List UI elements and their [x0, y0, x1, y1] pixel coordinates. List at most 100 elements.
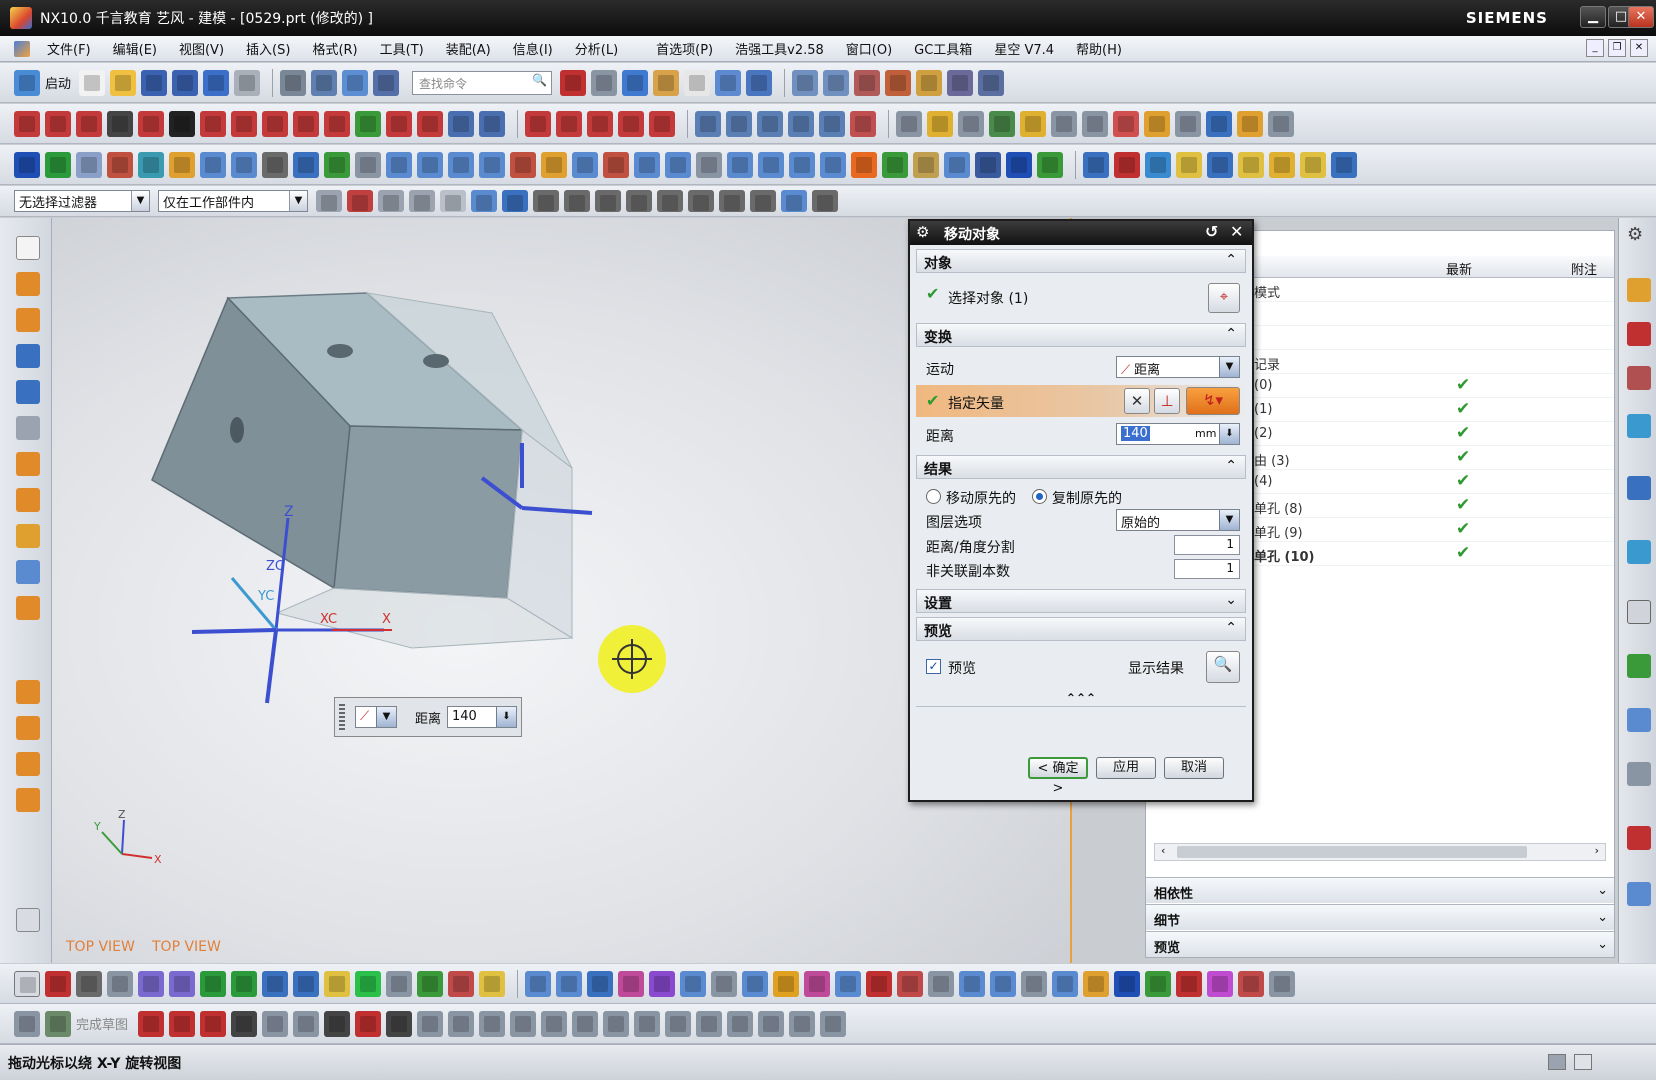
inch-mm-icon[interactable]	[1114, 151, 1140, 178]
save-icon[interactable]	[141, 69, 168, 96]
drafting-11-icon[interactable]	[1206, 110, 1232, 137]
feature-18-icon[interactable]	[1114, 970, 1140, 997]
paint-icon[interactable]	[417, 970, 443, 997]
save-as-icon[interactable]	[172, 69, 199, 96]
surface-1-icon[interactable]	[695, 110, 721, 137]
edit-curve-icon[interactable]	[649, 110, 675, 137]
layers-icon[interactable]	[1145, 151, 1171, 178]
feature-19-icon[interactable]	[1145, 970, 1171, 997]
manufacturing-wizard-icon[interactable]	[1627, 882, 1651, 906]
block-icon[interactable]	[16, 344, 40, 368]
feature-3-icon[interactable]	[649, 970, 675, 997]
intersect-curve-icon[interactable]	[262, 110, 288, 137]
dxf-icon[interactable]	[1083, 151, 1109, 178]
part-navigator-icon[interactable]	[1627, 366, 1651, 390]
select-all-icon[interactable]	[347, 190, 373, 212]
sketch-convert-icon[interactable]	[696, 1010, 723, 1037]
drafting-3-icon[interactable]	[958, 110, 984, 137]
ok-button[interactable]: < 确定 >	[1028, 757, 1088, 796]
layout-icon[interactable]	[14, 970, 40, 997]
offset-curve-icon[interactable]	[200, 110, 226, 137]
background-icon[interactable]	[684, 69, 711, 96]
sketch-corner-icon[interactable]	[541, 1010, 568, 1037]
plugin-43-icon[interactable]	[1331, 151, 1357, 178]
column-note[interactable]: 附注	[1571, 259, 1597, 278]
navigator-h-scrollbar[interactable]: ‹ ›	[1154, 843, 1606, 861]
name-tool-icon[interactable]	[1006, 151, 1032, 178]
prev-icon[interactable]	[200, 970, 226, 997]
undo-icon[interactable]	[203, 69, 230, 96]
sketch-move-icon[interactable]	[789, 1010, 816, 1037]
export-icon[interactable]	[293, 970, 319, 997]
drafting-8-icon[interactable]	[1113, 110, 1139, 137]
snap-tangent-icon[interactable]	[750, 190, 776, 212]
plugin-30-icon[interactable]	[913, 151, 939, 178]
start-icon[interactable]	[14, 69, 40, 96]
section-details[interactable]: 细节 ⌄	[1146, 904, 1614, 930]
menu-preferences[interactable]: 首选项(P)	[645, 39, 724, 58]
sketch-extend-icon[interactable]	[510, 1010, 537, 1037]
sketch-arc-icon[interactable]	[200, 1010, 227, 1037]
color-icon[interactable]	[448, 970, 474, 997]
feature-20-icon[interactable]	[1176, 970, 1202, 997]
surface-4-icon[interactable]	[788, 110, 814, 137]
palette-icon[interactable]	[1627, 654, 1651, 678]
plugin-7-icon[interactable]	[200, 151, 226, 178]
sketch-alt-icon[interactable]	[727, 1010, 754, 1037]
menu-xingkong[interactable]: 星空 V7.4	[983, 39, 1065, 58]
column-latest[interactable]: 最新	[1446, 259, 1472, 278]
select-body-icon[interactable]	[471, 190, 497, 212]
plugin-21-icon[interactable]	[634, 151, 660, 178]
extract-curve-icon[interactable]	[355, 110, 381, 137]
close-icon[interactable]: ✕	[1230, 222, 1243, 241]
vector-dialog-button[interactable]: ⊥	[1154, 388, 1180, 414]
copy-original-radio[interactable]	[1032, 489, 1047, 504]
menu-edit[interactable]: 编辑(E)	[102, 39, 168, 58]
mdi-restore-icon[interactable]: ❐	[1608, 39, 1626, 57]
sketch-offset-icon[interactable]	[417, 1010, 444, 1037]
feature-11-icon[interactable]	[897, 970, 923, 997]
reuse-library-icon[interactable]	[1627, 414, 1651, 438]
feature-17-icon[interactable]	[1083, 970, 1109, 997]
close-window-button[interactable]: ✕	[1628, 6, 1654, 28]
plugin-1-icon[interactable]	[14, 151, 40, 178]
finish-sketch-icon[interactable]	[45, 1010, 71, 1037]
line-icon[interactable]	[14, 110, 40, 137]
plugin-29-icon[interactable]	[882, 151, 908, 178]
plugin-24-icon[interactable]	[727, 151, 753, 178]
more-options-toggle[interactable]: ⌃⌃⌃	[916, 691, 1246, 707]
drafting-7-icon[interactable]	[1082, 110, 1108, 137]
plugin-18-icon[interactable]	[541, 151, 567, 178]
wcs-reset-icon[interactable]	[16, 908, 40, 932]
datum-icon[interactable]	[587, 970, 613, 997]
drafting-6-icon[interactable]	[1051, 110, 1077, 137]
extrude-curve-icon[interactable]	[448, 110, 474, 137]
sketch-trim-icon[interactable]	[479, 1010, 506, 1037]
split-input[interactable]: 1	[1174, 535, 1240, 555]
finish-sketch-label[interactable]: 完成草图	[76, 1014, 128, 1033]
history-icon[interactable]	[1627, 540, 1651, 564]
sketch-circle-icon[interactable]	[231, 1010, 258, 1037]
section-dependencies[interactable]: 相依性 ⌄	[1146, 877, 1614, 903]
icam-icon[interactable]	[851, 151, 877, 178]
nx-app-icon[interactable]	[10, 7, 32, 29]
mdi-minimize-icon[interactable]: _	[1586, 39, 1604, 57]
status-selection-icon[interactable]	[1548, 1054, 1566, 1070]
drafting-1-icon[interactable]	[896, 110, 922, 137]
drafting-4-icon[interactable]	[989, 110, 1015, 137]
plugin-11-icon[interactable]	[324, 151, 350, 178]
select-face-icon[interactable]	[502, 190, 528, 212]
reset-icon[interactable]: ↺	[1205, 222, 1218, 241]
plugin-16-icon[interactable]	[479, 151, 505, 178]
line-2-icon[interactable]	[45, 110, 71, 137]
sketch-orient-icon[interactable]	[14, 1010, 40, 1037]
measure-icon[interactable]	[916, 69, 943, 96]
menu-format[interactable]: 格式(R)	[301, 39, 368, 58]
plugin-27-icon[interactable]	[820, 151, 846, 178]
menu-haoqiang-tools[interactable]: 浩强工具v2.58	[724, 39, 835, 58]
constraint-navigator-icon[interactable]	[1627, 322, 1651, 346]
menu-view[interactable]: 视图(V)	[168, 39, 235, 58]
feature-13-icon[interactable]	[959, 970, 985, 997]
new-file-icon[interactable]	[79, 69, 106, 96]
text-icon[interactable]	[169, 110, 195, 137]
